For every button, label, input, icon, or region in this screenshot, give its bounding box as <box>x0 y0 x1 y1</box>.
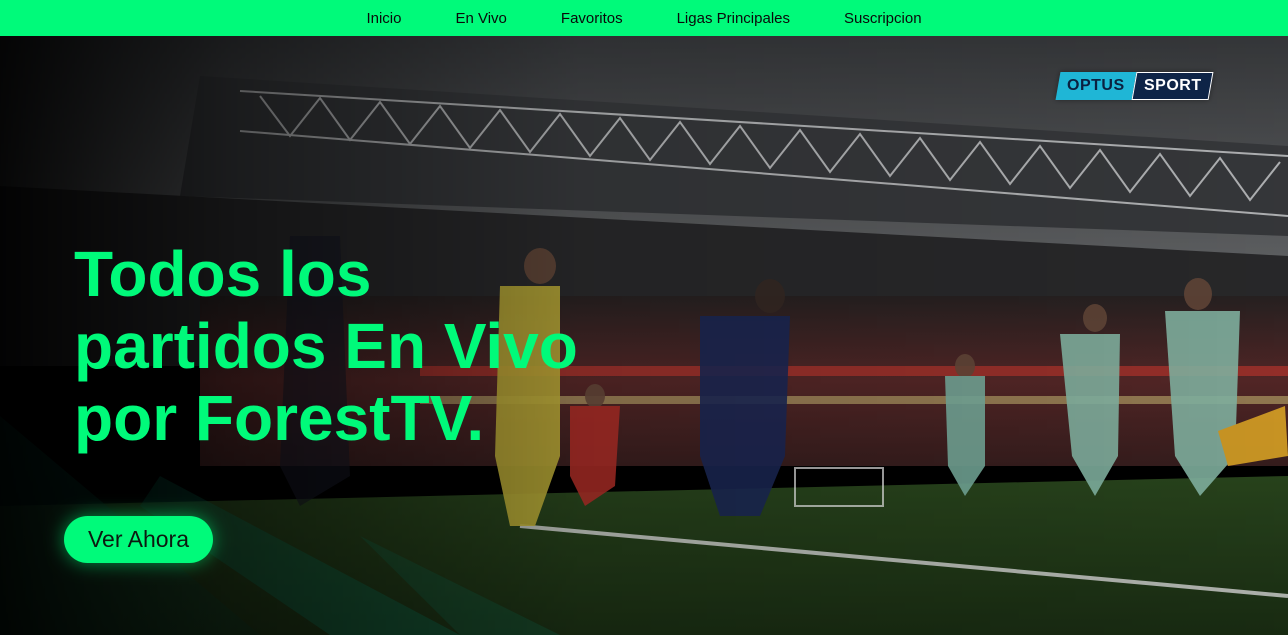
nav-item-ligas-principales[interactable]: Ligas Principales <box>677 10 790 27</box>
hero-title-line-2: partidos En Vivo <box>74 310 578 382</box>
nav-menu: Inicio En Vivo Favoritos Ligas Principal… <box>339 10 948 27</box>
ver-ahora-button[interactable]: Ver Ahora <box>64 516 213 563</box>
nav-item-suscripcion[interactable]: Suscripcion <box>844 10 922 27</box>
optus-sport-logo: OPTUS SPORT <box>1055 72 1214 100</box>
sport-logo-part: SPORT <box>1131 72 1214 100</box>
optus-logo-part: OPTUS <box>1055 72 1137 100</box>
hero-title-line-1: Todos los <box>74 238 372 310</box>
nav-item-inicio[interactable]: Inicio <box>366 10 401 27</box>
nav-item-favoritos[interactable]: Favoritos <box>561 10 623 27</box>
hero-section: OPTUS SPORT Todos los partidos En Vivo p… <box>0 36 1288 635</box>
hero-title: Todos los partidos En Vivo por ForestTV. <box>74 238 714 454</box>
hero-title-line-3: por ForestTV. <box>74 382 485 454</box>
top-navbar: Inicio En Vivo Favoritos Ligas Principal… <box>0 0 1288 36</box>
nav-item-en-vivo[interactable]: En Vivo <box>455 10 506 27</box>
